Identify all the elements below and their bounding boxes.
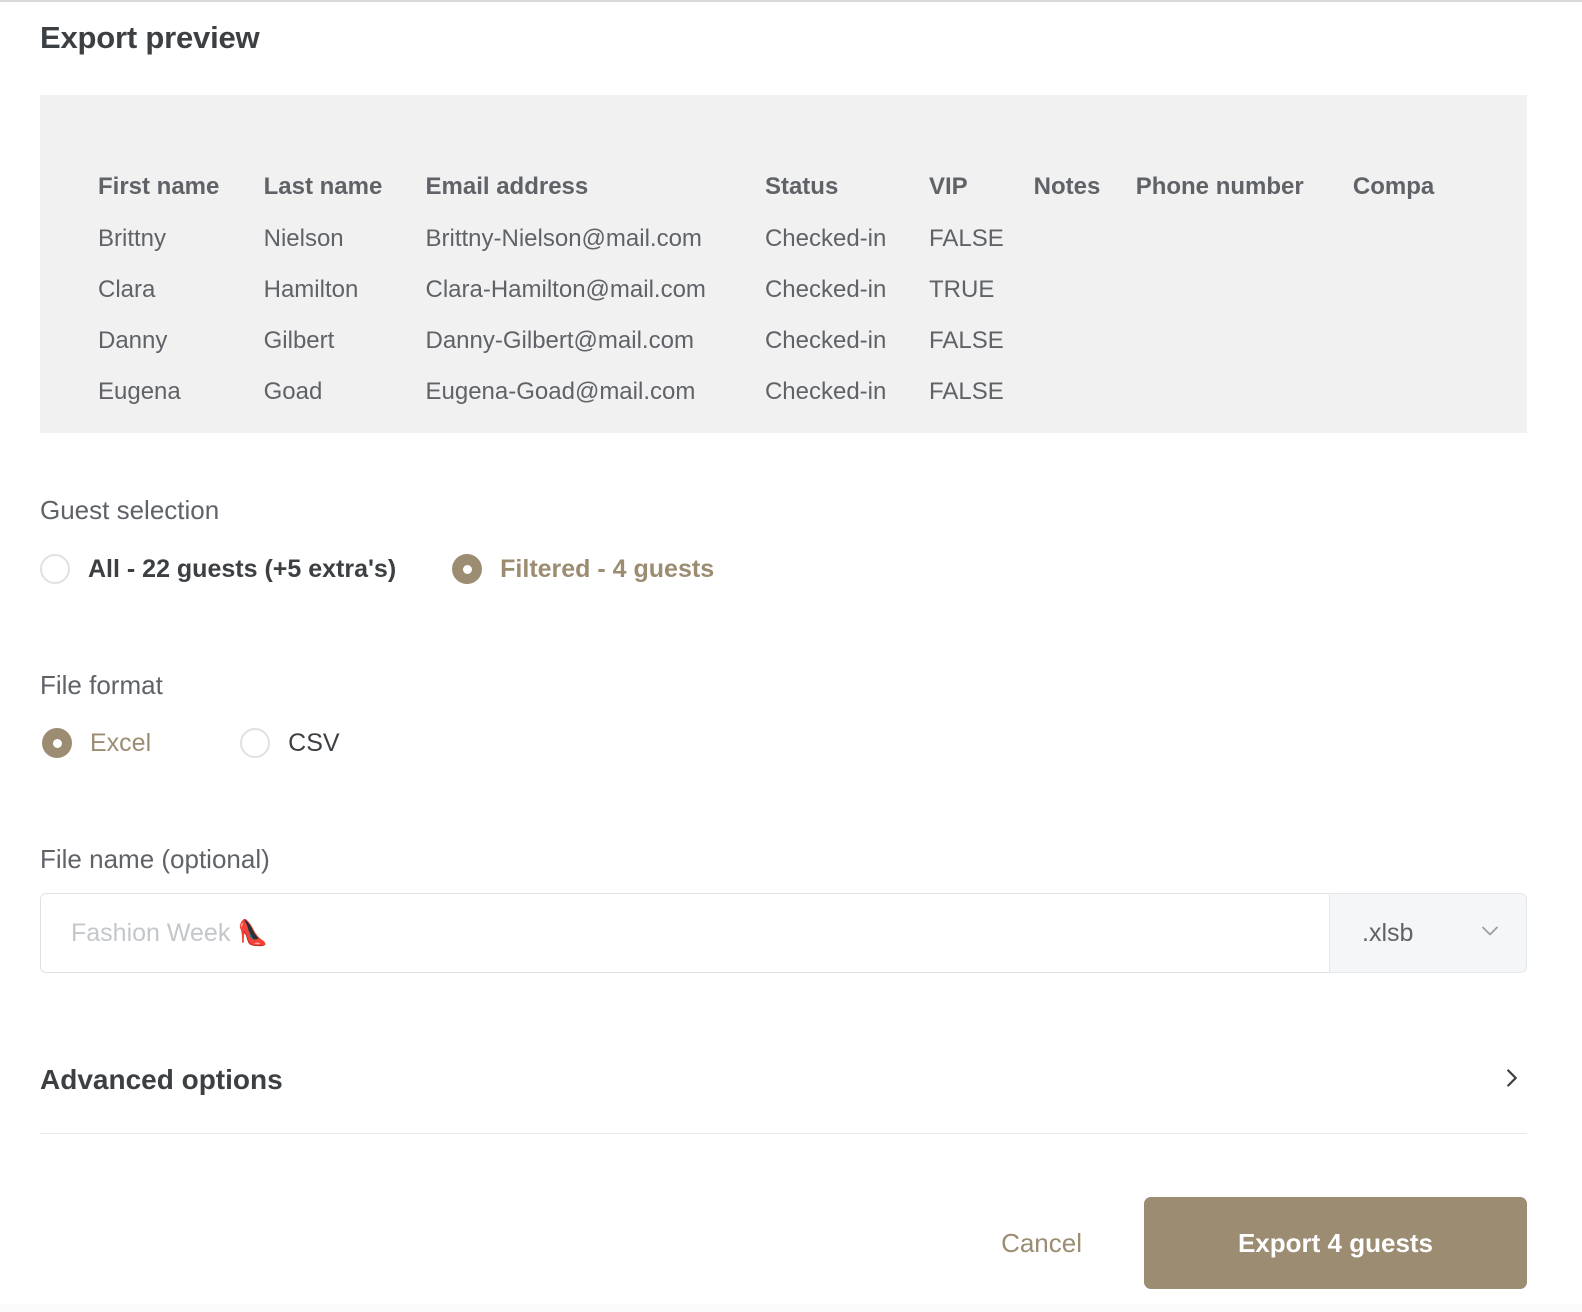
cell-email: Clara-Hamilton@mail.com <box>425 275 706 303</box>
cell-notes <box>1034 213 1136 264</box>
chevron-right-icon <box>1497 1063 1527 1098</box>
cell-last-name: Hamilton <box>263 275 359 303</box>
column-header-company: Compa <box>1352 173 1435 200</box>
radio-label-all-guests: All - 22 guests (+5 extra's) <box>88 554 397 583</box>
radio-option-excel[interactable]: Excel <box>42 728 151 758</box>
file-extension-select[interactable]: .xlsb <box>1329 893 1527 973</box>
file-format-radio-group: Excel CSV <box>42 728 340 758</box>
advanced-options-label: Advanced options <box>40 1064 283 1095</box>
radio-selected-icon <box>42 728 72 758</box>
column-header-first-name: First name <box>98 173 220 200</box>
radio-selected-icon <box>452 554 483 584</box>
cell-notes <box>1034 366 1136 417</box>
cell-company <box>1353 366 1527 417</box>
cell-first-name: Eugena <box>98 377 181 405</box>
cell-company <box>1353 213 1527 264</box>
column-header-vip: VIP <box>929 173 968 200</box>
cell-company <box>1353 315 1527 366</box>
cell-status: Checked-in <box>764 275 887 303</box>
guest-selection-label: Guest selection <box>40 495 220 525</box>
cell-notes <box>1034 264 1136 315</box>
export-preview-panel: First name Last name Email address Statu… <box>40 95 1527 433</box>
cell-first-name: Brittny <box>98 224 167 252</box>
file-name-row: .xlsb <box>40 893 1527 973</box>
cell-last-name: Nielson <box>263 224 344 252</box>
cell-vip: FALSE <box>929 326 1004 354</box>
radio-option-csv[interactable]: CSV <box>240 728 340 758</box>
modal-footer: Cancel Export 4 guests <box>0 1197 1582 1289</box>
cell-company <box>1353 264 1527 315</box>
radio-label-excel: Excel <box>90 728 152 757</box>
table-row: Danny Gilbert Danny-Gilbert@mail.com Che… <box>98 315 1527 366</box>
chevron-down-icon <box>1476 917 1504 950</box>
page-title: Export preview <box>40 20 260 55</box>
cell-first-name: Clara <box>98 275 156 303</box>
cell-email: Eugena-Goad@mail.com <box>425 377 696 405</box>
cancel-button[interactable]: Cancel <box>979 1214 1104 1273</box>
file-format-label: File format <box>40 670 163 700</box>
column-header-phone-number: Phone number <box>1135 173 1304 200</box>
cell-status: Checked-in <box>764 224 887 252</box>
column-header-notes: Notes <box>1033 173 1101 200</box>
radio-option-all-guests[interactable]: All - 22 guests (+5 extra's) <box>40 554 396 584</box>
cell-phone <box>1136 366 1353 417</box>
advanced-options-row[interactable]: Advanced options <box>40 1052 1527 1108</box>
cell-status: Checked-in <box>764 377 887 405</box>
column-header-last-name: Last name <box>263 173 383 200</box>
footer-divider <box>40 1133 1527 1134</box>
radio-option-filtered-guests[interactable]: Filtered - 4 guests <box>452 554 714 584</box>
cell-vip: FALSE <box>929 224 1004 252</box>
cell-email: Brittny-Nielson@mail.com <box>425 224 702 252</box>
cell-last-name: Gilbert <box>263 326 335 354</box>
radio-unselected-icon <box>240 728 271 758</box>
guest-selection-radio-group: All - 22 guests (+5 extra's) Filtered - … <box>40 554 714 584</box>
cell-phone <box>1136 315 1353 366</box>
cell-notes <box>1034 315 1136 366</box>
cell-first-name: Danny <box>98 326 168 354</box>
table-row: Brittny Nielson Brittny-Nielson@mail.com… <box>98 213 1527 264</box>
table-row: Eugena Goad Eugena-Goad@mail.com Checked… <box>98 366 1527 417</box>
cell-phone <box>1136 264 1353 315</box>
preview-table: First name Last name Email address Statu… <box>98 95 1527 417</box>
table-row: Clara Hamilton Clara-Hamilton@mail.com C… <box>98 264 1527 315</box>
column-header-status: Status <box>764 173 839 200</box>
cell-vip: TRUE <box>929 275 995 303</box>
cell-phone <box>1136 213 1353 264</box>
cell-vip: FALSE <box>929 377 1004 405</box>
export-button[interactable]: Export 4 guests <box>1144 1197 1527 1289</box>
table-header-row: First name Last name Email address Statu… <box>98 95 1527 213</box>
bottom-strip <box>0 1304 1582 1312</box>
file-name-input[interactable] <box>40 893 1329 973</box>
cell-last-name: Goad <box>263 377 323 405</box>
cell-status: Checked-in <box>764 326 887 354</box>
file-name-label: File name (optional) <box>40 844 270 874</box>
radio-label-filtered-guests: Filtered - 4 guests <box>500 554 715 583</box>
cell-email: Danny-Gilbert@mail.com <box>425 326 694 354</box>
radio-unselected-icon <box>40 554 70 584</box>
radio-label-csv: CSV <box>288 728 340 757</box>
file-extension-value: .xlsb <box>1362 918 1414 947</box>
column-header-email: Email address <box>425 173 589 200</box>
